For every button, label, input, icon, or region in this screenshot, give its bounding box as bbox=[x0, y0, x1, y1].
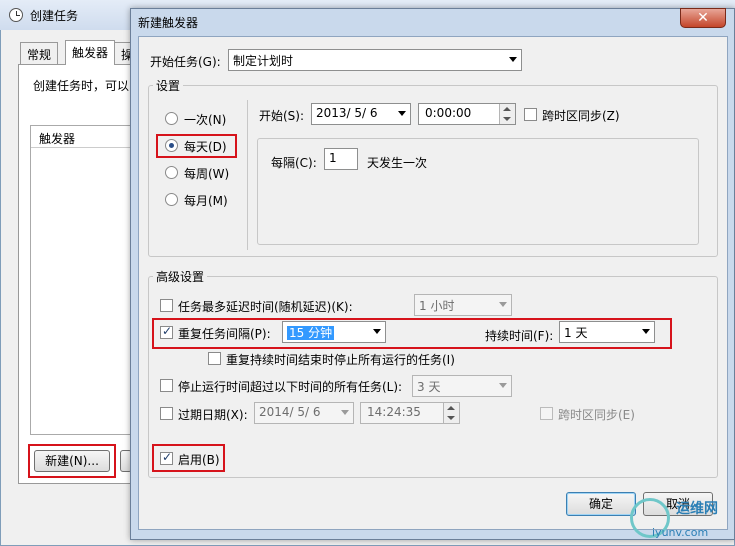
chevron-down-icon bbox=[509, 57, 517, 62]
delay-checkbox[interactable] bbox=[160, 299, 173, 312]
radio-once-label: 一次(N) bbox=[184, 113, 227, 127]
sync-timezone-label: 跨时区同步(Z) bbox=[542, 109, 620, 123]
duration-label: 持续时间(F): bbox=[485, 329, 554, 343]
enabled-checkbox[interactable] bbox=[160, 450, 173, 465]
stop-longer-label: 停止运行时间超过以下时间的所有任务(L): bbox=[178, 380, 403, 394]
spin-arrows-icon[interactable] bbox=[499, 104, 515, 124]
repeat-interval-value: 15 分钟 bbox=[287, 326, 335, 340]
triggers-description: 创建任务时，可以 bbox=[33, 79, 130, 93]
tab-general[interactable]: 常规 bbox=[20, 42, 59, 64]
stop-longer-value: 3 天 bbox=[417, 380, 441, 394]
triggers-list-header: 触发器 bbox=[31, 126, 139, 148]
expire-date-picker[interactable]: 2014/ 5/ 6 bbox=[254, 402, 354, 424]
chevron-down-icon bbox=[373, 329, 381, 334]
begin-task-label: 开始任务(G): bbox=[150, 55, 221, 69]
sync-timezone-checkbox[interactable] bbox=[524, 108, 537, 121]
start-label: 开始(S): bbox=[259, 109, 305, 123]
enabled-label: 启用(B) bbox=[178, 453, 220, 467]
create-task-title: 创建任务 bbox=[30, 9, 79, 23]
new-trigger-button[interactable]: 新建(N)... bbox=[34, 450, 110, 472]
duration-combo[interactable]: 1 天 bbox=[559, 321, 655, 343]
expire-time-value: 14:24:35 bbox=[367, 405, 421, 419]
repeat-checkbox[interactable] bbox=[160, 324, 173, 339]
radio-once[interactable] bbox=[165, 112, 178, 125]
delay-label: 任务最多延迟时间(随机延迟)(K): bbox=[178, 300, 353, 314]
spin-arrows-icon[interactable] bbox=[443, 403, 459, 423]
repeat-label: 重复任务间隔(P): bbox=[178, 327, 271, 341]
repeat-interval-combo[interactable]: 15 分钟 bbox=[282, 321, 386, 343]
expire-sync-label: 跨时区同步(E) bbox=[558, 408, 635, 422]
clock-icon bbox=[9, 8, 23, 22]
start-date-value: 2013/ 5/ 6 bbox=[316, 106, 378, 120]
chevron-down-icon bbox=[341, 410, 349, 415]
chevron-down-icon bbox=[499, 302, 507, 307]
settings-divider bbox=[247, 100, 248, 250]
expire-sync-checkbox[interactable] bbox=[540, 407, 553, 420]
delay-value: 1 小时 bbox=[419, 299, 455, 313]
stop-longer-checkbox[interactable] bbox=[160, 379, 173, 392]
ok-button[interactable]: 确定 bbox=[566, 492, 636, 516]
expire-label: 过期日期(X): bbox=[178, 408, 248, 422]
triggers-list[interactable] bbox=[30, 125, 140, 435]
recur-days-input[interactable]: 1 bbox=[324, 148, 358, 170]
start-time-value: 0:00:00 bbox=[425, 106, 472, 120]
watermark-logo: 运维网 iyunv.com bbox=[630, 496, 730, 544]
radio-monthly[interactable] bbox=[165, 193, 178, 206]
chevron-down-icon bbox=[642, 329, 650, 334]
radio-daily[interactable] bbox=[165, 139, 178, 152]
dialog-title: 新建触发器 bbox=[138, 16, 199, 30]
stop-at-end-label: 重复持续时间结束时停止所有运行的任务(I) bbox=[226, 353, 455, 367]
advanced-group-label: 高级设置 bbox=[153, 268, 208, 285]
close-button[interactable]: ✕ bbox=[680, 8, 726, 28]
chevron-down-icon bbox=[499, 383, 507, 388]
begin-task-combo[interactable]: 制定计划时 bbox=[228, 49, 522, 71]
radio-weekly-label: 每周(W) bbox=[184, 167, 230, 181]
duration-value: 1 天 bbox=[564, 326, 588, 340]
stop-longer-combo[interactable]: 3 天 bbox=[412, 375, 512, 397]
start-time-stepper[interactable]: 0:00:00 bbox=[418, 103, 516, 125]
watermark-name: 运维网 bbox=[676, 501, 718, 517]
chevron-down-icon bbox=[398, 111, 406, 116]
start-date-picker[interactable]: 2013/ 5/ 6 bbox=[311, 103, 411, 125]
delay-combo[interactable]: 1 小时 bbox=[414, 294, 512, 316]
tab-triggers[interactable]: 触发器 bbox=[65, 40, 116, 65]
expire-date-value: 2014/ 5/ 6 bbox=[259, 405, 321, 419]
recur-suffix: 天发生一次 bbox=[367, 156, 428, 170]
expire-time-stepper[interactable]: 14:24:35 bbox=[360, 402, 460, 424]
begin-task-value: 制定计划时 bbox=[233, 54, 294, 68]
recur-label: 每隔(C): bbox=[271, 156, 317, 170]
radio-weekly[interactable] bbox=[165, 166, 178, 179]
watermark-url: iyunv.com bbox=[652, 526, 709, 539]
expire-checkbox[interactable] bbox=[160, 407, 173, 420]
radio-monthly-label: 每月(M) bbox=[184, 194, 228, 208]
settings-group-label: 设置 bbox=[153, 77, 184, 94]
radio-daily-label: 每天(D) bbox=[184, 140, 227, 154]
stop-at-end-checkbox[interactable] bbox=[208, 352, 221, 365]
